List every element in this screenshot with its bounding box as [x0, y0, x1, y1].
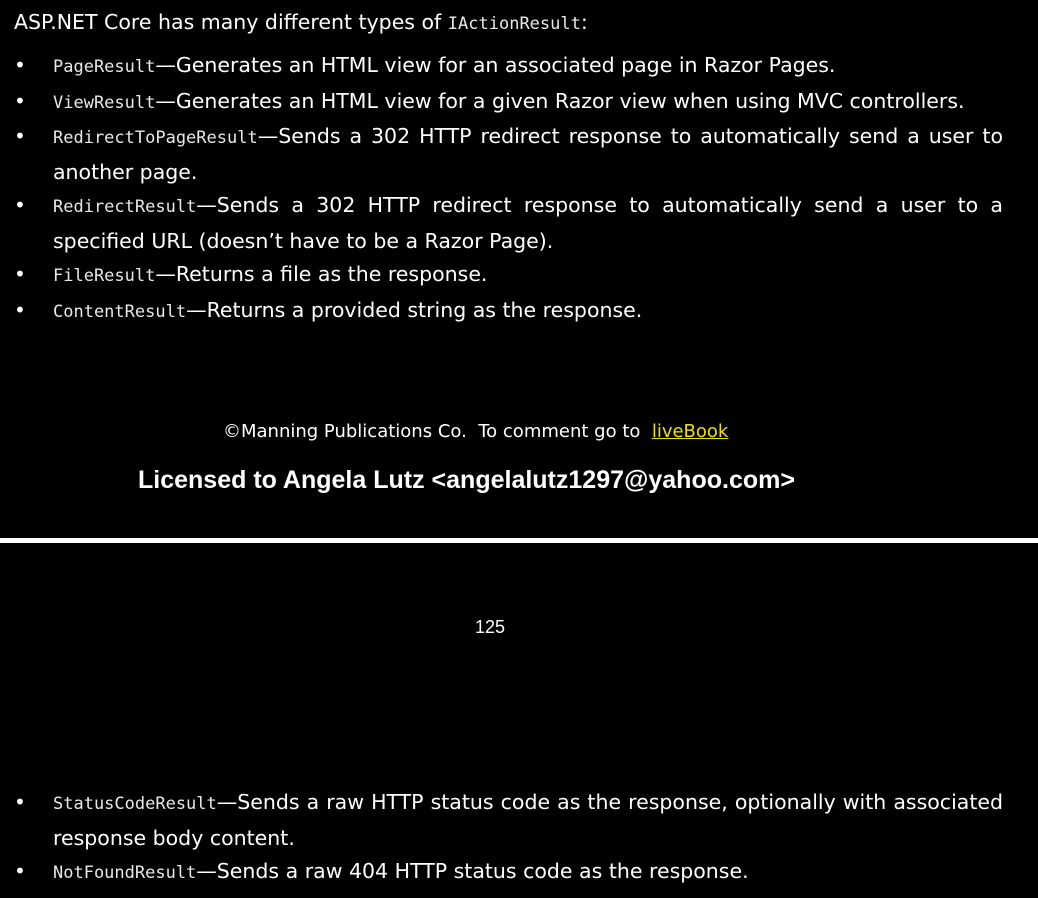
- bullet-icon: •: [14, 53, 26, 77]
- list-item: • ContentResult—Returns a provided string…: [0, 294, 1038, 330]
- bullet-icon: •: [14, 859, 26, 883]
- list-item: • StatusCodeResult—Sends a raw HTTP statu…: [0, 786, 1038, 855]
- list-item-code: FileResult: [53, 266, 156, 286]
- intro-code: IActionResult: [447, 14, 581, 34]
- list-item-text: —Returns a file as the response.: [155, 262, 488, 286]
- list-item-text: —Generates an HTML view for a given Razo…: [155, 88, 965, 113]
- list-item: • PageResult—Generates an HTML view for a…: [0, 49, 1038, 85]
- list-item: • ViewResult—Generates an HTML view for a…: [0, 85, 1038, 121]
- bullet-icon: •: [14, 88, 26, 113]
- list-item-code: StatusCodeResult: [53, 794, 217, 814]
- license-line: Licensed to Angela Lutz <angelalutz1297@…: [138, 466, 795, 494]
- copyright-text: ©Manning Publications Co. To comment go …: [223, 421, 652, 442]
- copyright-note: ©Manning Publications Co. To comment go …: [223, 421, 728, 442]
- list-item-code: ViewResult: [53, 92, 156, 113]
- list-item: • RedirectResult—Sends a 302 HTTP redirec…: [0, 189, 1038, 258]
- list-item-text: —Returns a provided string as the respon…: [186, 297, 643, 322]
- list-item: • NotFoundResult—Sends a raw 404 HTTP sta…: [0, 855, 1038, 891]
- list-item-text: —Sends a raw 404 HTTP status code as the…: [196, 859, 749, 883]
- list-item-code: NotFoundResult: [53, 863, 197, 883]
- list-item-text: —Generates an HTML view for an associate…: [155, 53, 836, 77]
- list-item-code: PageResult: [53, 57, 156, 77]
- bullet-icon: •: [14, 124, 26, 148]
- list-item-code: RedirectToPageResult: [53, 128, 258, 148]
- result-types-list-continued: • StatusCodeResult—Sends a raw HTTP statu…: [0, 786, 1038, 891]
- list-item-code: RedirectResult: [53, 197, 197, 217]
- bullet-icon: •: [14, 262, 26, 286]
- list-item-code: ContentResult: [53, 301, 187, 322]
- result-types-list: • PageResult—Generates an HTML view for a…: [0, 49, 1038, 329]
- page-divider: [0, 538, 1038, 543]
- bullet-icon: •: [14, 193, 26, 217]
- intro-paragraph: ASP.NET Core has many different types of…: [14, 8, 1014, 38]
- bullet-icon: •: [14, 790, 26, 814]
- bullet-icon: •: [14, 297, 26, 322]
- intro-colon: :: [580, 10, 588, 34]
- list-item-text: —Sends a 302 HTTP redirect response to a…: [53, 193, 1003, 253]
- livebook-link[interactable]: liveBook: [652, 421, 729, 442]
- list-item: • RedirectToPageResult—Sends a 302 HTTP r…: [0, 120, 1038, 189]
- list-item: • FileResult—Returns a file as the respon…: [0, 258, 1038, 294]
- page-number: 125: [474, 617, 506, 637]
- intro-text: ASP.NET Core has many different types of: [14, 10, 448, 34]
